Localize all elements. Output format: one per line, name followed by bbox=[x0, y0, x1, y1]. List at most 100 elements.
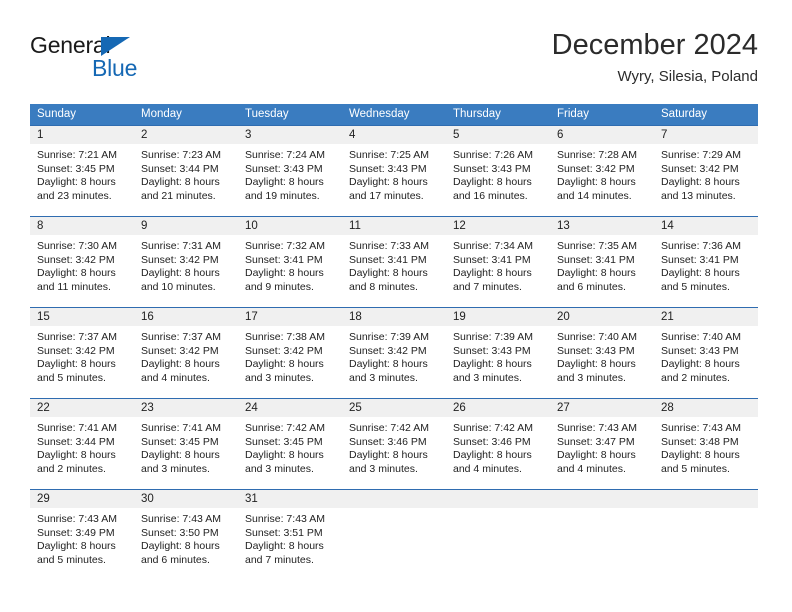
day-cell-inner[interactable]: 18 Sunrise: 7:39 AM Sunset: 3:42 PM Dayl… bbox=[342, 308, 446, 398]
day-number: 31 bbox=[238, 490, 342, 508]
day-cell-inner[interactable]: 2 Sunrise: 7:23 AM Sunset: 3:44 PM Dayli… bbox=[134, 126, 238, 216]
daylight-text-line1: Daylight: 8 hours bbox=[661, 449, 740, 462]
day-of-week-header-row: Sunday Monday Tuesday Wednesday Thursday… bbox=[30, 104, 758, 126]
day-cell: 18 Sunrise: 7:39 AM Sunset: 3:42 PM Dayl… bbox=[342, 307, 446, 399]
day-number: 27 bbox=[550, 399, 654, 417]
sunrise-text: Sunrise: 7:21 AM bbox=[37, 149, 117, 161]
day-cell-inner[interactable]: 15 Sunrise: 7:37 AM Sunset: 3:42 PM Dayl… bbox=[30, 308, 134, 398]
day-cell: 25 Sunrise: 7:42 AM Sunset: 3:46 PM Dayl… bbox=[342, 398, 446, 490]
day-cell-inner[interactable]: 22 Sunrise: 7:41 AM Sunset: 3:44 PM Dayl… bbox=[30, 399, 134, 489]
brand-logo[interactable]: General Blue bbox=[30, 32, 260, 88]
day-cell-inner[interactable]: 9 Sunrise: 7:31 AM Sunset: 3:42 PM Dayli… bbox=[134, 217, 238, 307]
day-cell-inner-empty bbox=[446, 490, 550, 580]
day-cell-inner[interactable]: 6 Sunrise: 7:28 AM Sunset: 3:42 PM Dayli… bbox=[550, 126, 654, 216]
daylight-text-line1: Daylight: 8 hours bbox=[245, 358, 324, 371]
day-number: 6 bbox=[550, 126, 654, 144]
day-cell: 29 Sunrise: 7:43 AM Sunset: 3:49 PM Dayl… bbox=[30, 489, 134, 580]
sunset-text: Sunset: 3:41 PM bbox=[453, 253, 531, 266]
day-cell-inner[interactable]: 21 Sunrise: 7:40 AM Sunset: 3:43 PM Dayl… bbox=[654, 308, 758, 398]
day-cell-inner[interactable]: 24 Sunrise: 7:42 AM Sunset: 3:45 PM Dayl… bbox=[238, 399, 342, 489]
day-cell-inner[interactable]: 29 Sunrise: 7:43 AM Sunset: 3:49 PM Dayl… bbox=[30, 490, 134, 580]
day-cell-inner[interactable]: 11 Sunrise: 7:33 AM Sunset: 3:41 PM Dayl… bbox=[342, 217, 446, 307]
day-details: Sunrise: 7:23 AM Sunset: 3:44 PM Dayligh… bbox=[134, 144, 238, 203]
day-details: Sunrise: 7:40 AM Sunset: 3:43 PM Dayligh… bbox=[550, 326, 654, 385]
day-cell-inner[interactable]: 10 Sunrise: 7:32 AM Sunset: 3:41 PM Dayl… bbox=[238, 217, 342, 307]
day-number bbox=[342, 490, 446, 508]
sunrise-text: Sunrise: 7:30 AM bbox=[37, 240, 117, 252]
sunset-text: Sunset: 3:41 PM bbox=[661, 253, 739, 266]
day-cell: 8 Sunrise: 7:30 AM Sunset: 3:42 PM Dayli… bbox=[30, 216, 134, 308]
day-cell: 7 Sunrise: 7:29 AM Sunset: 3:42 PM Dayli… bbox=[654, 125, 758, 217]
sunrise-text: Sunrise: 7:37 AM bbox=[141, 331, 221, 343]
sunrise-text: Sunrise: 7:40 AM bbox=[557, 331, 637, 343]
sunrise-text: Sunrise: 7:41 AM bbox=[141, 422, 221, 434]
day-cell: 23 Sunrise: 7:41 AM Sunset: 3:45 PM Dayl… bbox=[134, 398, 238, 490]
day-cell-inner[interactable]: 17 Sunrise: 7:38 AM Sunset: 3:42 PM Dayl… bbox=[238, 308, 342, 398]
day-details: Sunrise: 7:42 AM Sunset: 3:46 PM Dayligh… bbox=[342, 417, 446, 476]
daylight-text-line1: Daylight: 8 hours bbox=[557, 176, 636, 189]
day-details: Sunrise: 7:43 AM Sunset: 3:47 PM Dayligh… bbox=[550, 417, 654, 476]
day-cell-inner[interactable]: 3 Sunrise: 7:24 AM Sunset: 3:43 PM Dayli… bbox=[238, 126, 342, 216]
daylight-text-line2: and 3 minutes. bbox=[245, 462, 314, 475]
daylight-text-line2: and 3 minutes. bbox=[557, 371, 626, 384]
day-number: 19 bbox=[446, 308, 550, 326]
day-cell-inner[interactable]: 4 Sunrise: 7:25 AM Sunset: 3:43 PM Dayli… bbox=[342, 126, 446, 216]
day-cell-inner[interactable]: 23 Sunrise: 7:41 AM Sunset: 3:45 PM Dayl… bbox=[134, 399, 238, 489]
daylight-text-line1: Daylight: 8 hours bbox=[245, 176, 324, 189]
day-details: Sunrise: 7:34 AM Sunset: 3:41 PM Dayligh… bbox=[446, 235, 550, 294]
day-cell bbox=[654, 489, 758, 580]
day-cell: 20 Sunrise: 7:40 AM Sunset: 3:43 PM Dayl… bbox=[550, 307, 654, 399]
day-cell-inner[interactable]: 28 Sunrise: 7:43 AM Sunset: 3:48 PM Dayl… bbox=[654, 399, 758, 489]
sunrise-text: Sunrise: 7:43 AM bbox=[557, 422, 637, 434]
day-cell-inner[interactable]: 19 Sunrise: 7:39 AM Sunset: 3:43 PM Dayl… bbox=[446, 308, 550, 398]
sunset-text: Sunset: 3:43 PM bbox=[661, 344, 739, 357]
dow-header-sunday: Sunday bbox=[30, 104, 134, 126]
day-cell-inner[interactable]: 30 Sunrise: 7:43 AM Sunset: 3:50 PM Dayl… bbox=[134, 490, 238, 580]
day-cell-inner[interactable]: 8 Sunrise: 7:30 AM Sunset: 3:42 PM Dayli… bbox=[30, 217, 134, 307]
day-cell: 10 Sunrise: 7:32 AM Sunset: 3:41 PM Dayl… bbox=[238, 216, 342, 308]
day-cell: 1 Sunrise: 7:21 AM Sunset: 3:45 PM Dayli… bbox=[30, 125, 134, 217]
daylight-text-line1: Daylight: 8 hours bbox=[661, 176, 740, 189]
day-details: Sunrise: 7:36 AM Sunset: 3:41 PM Dayligh… bbox=[654, 235, 758, 294]
daylight-text-line1: Daylight: 8 hours bbox=[349, 176, 428, 189]
sunset-text: Sunset: 3:50 PM bbox=[141, 526, 219, 539]
location-subtitle: Wyry, Silesia, Poland bbox=[617, 68, 758, 85]
day-number: 26 bbox=[446, 399, 550, 417]
day-cell-inner[interactable]: 5 Sunrise: 7:26 AM Sunset: 3:43 PM Dayli… bbox=[446, 126, 550, 216]
day-cell-inner[interactable]: 13 Sunrise: 7:35 AM Sunset: 3:41 PM Dayl… bbox=[550, 217, 654, 307]
sunset-text: Sunset: 3:43 PM bbox=[453, 344, 531, 357]
day-cell-inner[interactable]: 14 Sunrise: 7:36 AM Sunset: 3:41 PM Dayl… bbox=[654, 217, 758, 307]
daylight-text-line2: and 7 minutes. bbox=[453, 280, 522, 293]
day-cell: 22 Sunrise: 7:41 AM Sunset: 3:44 PM Dayl… bbox=[30, 398, 134, 490]
day-cell-inner[interactable]: 12 Sunrise: 7:34 AM Sunset: 3:41 PM Dayl… bbox=[446, 217, 550, 307]
daylight-text-line1: Daylight: 8 hours bbox=[349, 449, 428, 462]
day-details: Sunrise: 7:32 AM Sunset: 3:41 PM Dayligh… bbox=[238, 235, 342, 294]
daylight-text-line2: and 5 minutes. bbox=[661, 462, 730, 475]
sunrise-text: Sunrise: 7:42 AM bbox=[349, 422, 429, 434]
day-cell-inner[interactable]: 27 Sunrise: 7:43 AM Sunset: 3:47 PM Dayl… bbox=[550, 399, 654, 489]
day-cell: 11 Sunrise: 7:33 AM Sunset: 3:41 PM Dayl… bbox=[342, 216, 446, 308]
dow-header-tuesday: Tuesday bbox=[238, 104, 342, 126]
day-cell-inner[interactable]: 31 Sunrise: 7:43 AM Sunset: 3:51 PM Dayl… bbox=[238, 490, 342, 580]
day-cell-inner[interactable]: 16 Sunrise: 7:37 AM Sunset: 3:42 PM Dayl… bbox=[134, 308, 238, 398]
daylight-text-line1: Daylight: 8 hours bbox=[557, 358, 636, 371]
day-details bbox=[446, 508, 550, 513]
daylight-text-line1: Daylight: 8 hours bbox=[245, 540, 324, 553]
daylight-text-line2: and 5 minutes. bbox=[37, 553, 106, 566]
day-number: 8 bbox=[30, 217, 134, 235]
day-number: 30 bbox=[134, 490, 238, 508]
day-number bbox=[654, 490, 758, 508]
day-details: Sunrise: 7:24 AM Sunset: 3:43 PM Dayligh… bbox=[238, 144, 342, 203]
day-cell-inner[interactable]: 20 Sunrise: 7:40 AM Sunset: 3:43 PM Dayl… bbox=[550, 308, 654, 398]
day-number: 7 bbox=[654, 126, 758, 144]
daylight-text-line2: and 13 minutes. bbox=[661, 189, 736, 202]
day-cell-inner[interactable]: 1 Sunrise: 7:21 AM Sunset: 3:45 PM Dayli… bbox=[30, 126, 134, 216]
day-details: Sunrise: 7:31 AM Sunset: 3:42 PM Dayligh… bbox=[134, 235, 238, 294]
day-number: 21 bbox=[654, 308, 758, 326]
day-number: 28 bbox=[654, 399, 758, 417]
day-cell: 21 Sunrise: 7:40 AM Sunset: 3:43 PM Dayl… bbox=[654, 307, 758, 399]
sunrise-text: Sunrise: 7:43 AM bbox=[661, 422, 741, 434]
day-cell-inner[interactable]: 25 Sunrise: 7:42 AM Sunset: 3:46 PM Dayl… bbox=[342, 399, 446, 489]
day-cell-inner[interactable]: 26 Sunrise: 7:42 AM Sunset: 3:46 PM Dayl… bbox=[446, 399, 550, 489]
day-cell-inner[interactable]: 7 Sunrise: 7:29 AM Sunset: 3:42 PM Dayli… bbox=[654, 126, 758, 216]
